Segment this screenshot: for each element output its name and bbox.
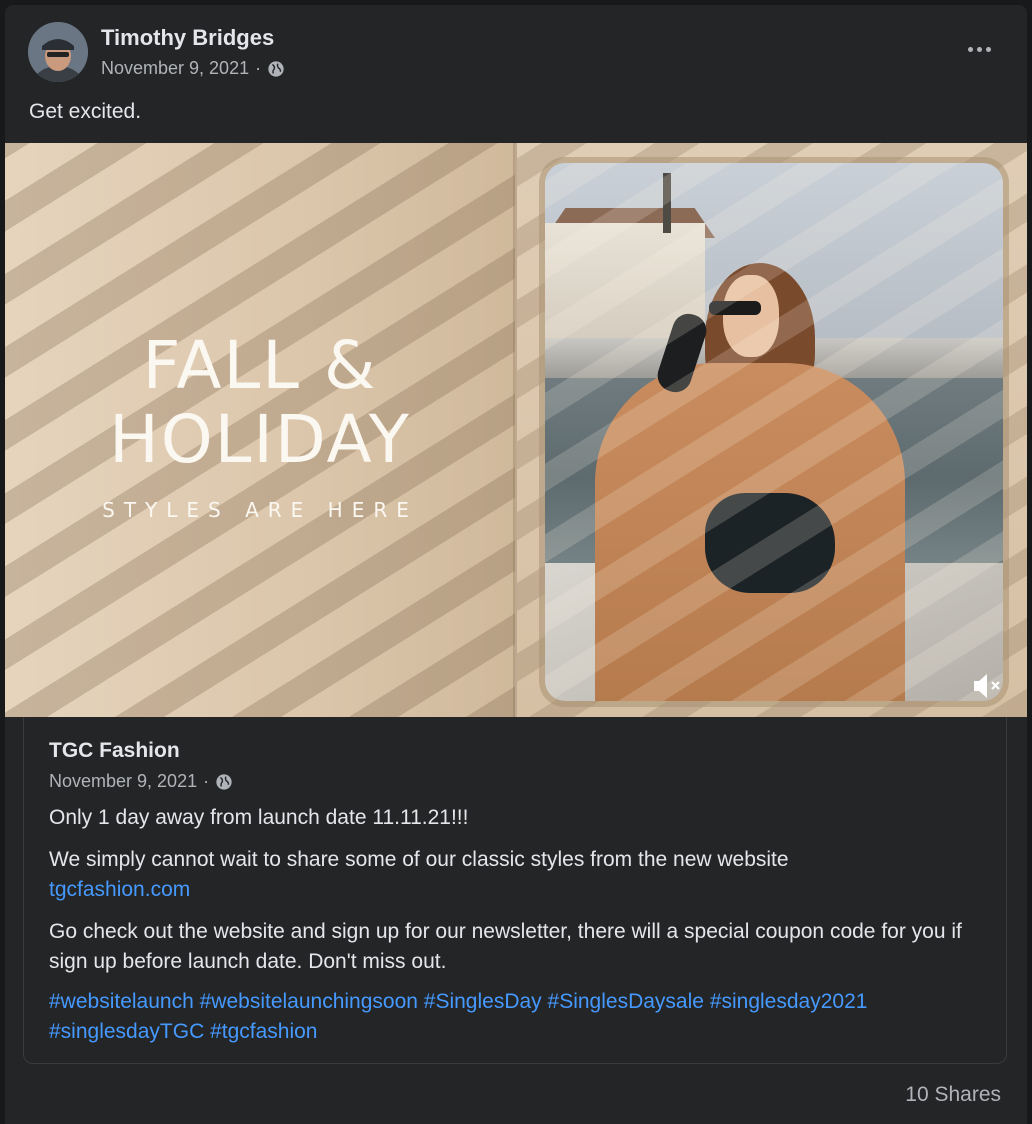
globe-icon (216, 773, 232, 790)
shared-page-name[interactable]: TGC Fashion (49, 739, 180, 763)
avatar-photo (28, 22, 88, 82)
light-stripes (545, 163, 1003, 701)
shared-text-line3: Go check out the website and sign up for… (49, 920, 962, 973)
shared-date[interactable]: November 9, 2021 (49, 771, 197, 792)
model-photo (545, 163, 1003, 701)
website-link[interactable]: tgcfashion.com (49, 878, 190, 901)
more-options-button[interactable] (959, 37, 999, 61)
hashtag-list: #websitelaunch #websitelaunchingsoon #Si… (49, 987, 989, 1047)
headline-line1: FALL & (142, 327, 378, 404)
shares-count[interactable]: 10 Shares (905, 1083, 1001, 1107)
post-date[interactable]: November 9, 2021 (101, 58, 249, 79)
dot-icon (985, 46, 991, 52)
author-avatar[interactable] (28, 22, 88, 82)
author-name[interactable]: Timothy Bridges (101, 25, 274, 51)
shared-text-line2: We simply cannot wait to share some of o… (49, 845, 989, 905)
shared-text-line1: Only 1 day away from launch date 11.11.2… (49, 806, 469, 829)
headline-line2: HOLIDAY (109, 401, 411, 478)
globe-icon (268, 60, 284, 77)
headline-subtitle: STYLES ARE HERE (102, 498, 418, 522)
ad-text-panel: FALL & HOLIDAY STYLES ARE HERE (5, 143, 515, 717)
post-card: Timothy Bridges November 9, 2021 · Get e… (5, 5, 1027, 1124)
post-text: Get excited. (29, 100, 142, 123)
hashtag-link[interactable]: #singlesdayTGC (49, 1020, 204, 1043)
shared-post: TGC Fashion November 9, 2021 · Only 1 da… (23, 717, 1007, 1064)
shared-text-line2-body: We simply cannot wait to share some of o… (49, 848, 789, 871)
dot-icon (976, 46, 982, 52)
hashtag-link[interactable]: #tgcfashion (210, 1020, 317, 1043)
hashtag-link[interactable]: #SinglesDay (424, 990, 542, 1013)
hashtag-link[interactable]: #websitelaunchingsoon (200, 990, 418, 1013)
post-meta: November 9, 2021 · (101, 58, 285, 79)
dot-icon (967, 46, 973, 52)
shared-meta: November 9, 2021 · (49, 771, 233, 792)
video-player[interactable]: FALL & HOLIDAY STYLES ARE HERE (5, 143, 1027, 717)
volume-muted-icon (974, 674, 1000, 698)
meta-separator: · (203, 771, 210, 791)
mute-button[interactable] (971, 671, 1005, 701)
hashtag-link[interactable]: #singlesday2021 (710, 990, 868, 1013)
hashtag-link[interactable]: #websitelaunch (49, 990, 194, 1013)
meta-separator: · (255, 58, 262, 78)
hashtag-link[interactable]: #SinglesDaysale (548, 990, 704, 1013)
